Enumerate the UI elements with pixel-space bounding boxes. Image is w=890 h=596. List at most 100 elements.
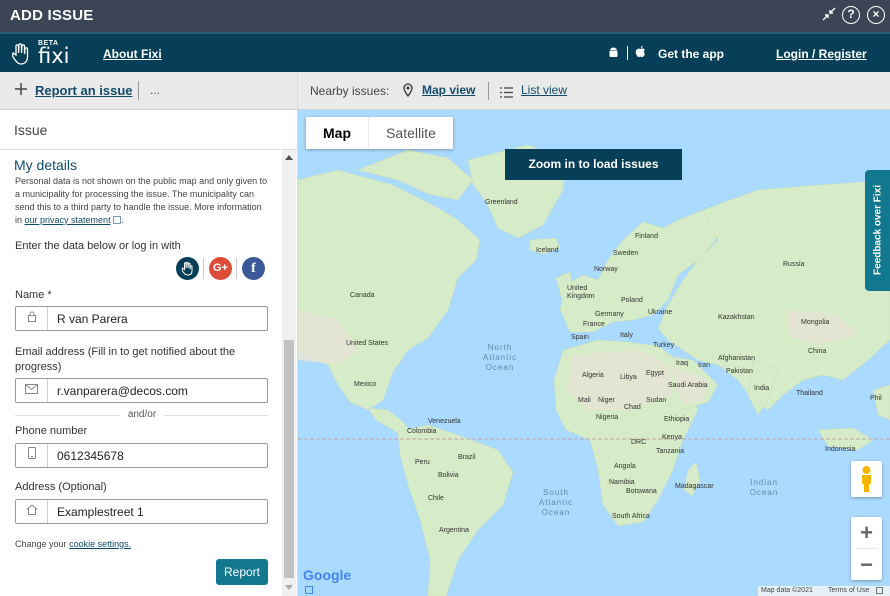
- map-label: United States: [346, 340, 389, 347]
- map-label: Iraq: [676, 360, 689, 367]
- scroll-up-arrow-icon[interactable]: [285, 155, 293, 160]
- map-label: Sweden: [613, 250, 639, 257]
- login-register-link[interactable]: Login / Register: [776, 47, 867, 61]
- phone-value: 0612345678: [57, 449, 124, 463]
- map-label: South Africa: [612, 513, 650, 520]
- report-button[interactable]: Report: [216, 559, 268, 585]
- android-icon[interactable]: [608, 46, 619, 62]
- map-label: United Kingdom: [567, 285, 595, 300]
- map-label: Ethiopia: [664, 416, 690, 423]
- map-label: Brazil: [458, 454, 476, 461]
- map-label: Canada: [350, 292, 375, 299]
- map-labels: Greenland Iceland Finland Sweden Norway …: [298, 110, 890, 596]
- help-icon[interactable]: ?: [842, 6, 860, 24]
- issue-section-header[interactable]: Issue: [0, 110, 297, 150]
- feedback-label: Feedback over Fixi: [872, 184, 884, 276]
- address-label: Address (Optional): [15, 481, 107, 493]
- zoom-in-button[interactable]: +: [851, 517, 882, 548]
- map-pin-icon: [403, 83, 413, 102]
- enter-data-label: Enter the data below or log in with: [15, 240, 181, 252]
- feedback-tab[interactable]: Feedback over Fixi: [865, 170, 890, 291]
- more-menu[interactable]: ...: [150, 83, 160, 97]
- map-label: Peru: [415, 459, 430, 466]
- scrollbar-thumb[interactable]: [284, 340, 294, 578]
- report-panel: Report an issue ... Issue My details Per…: [0, 72, 298, 596]
- report-issue-link[interactable]: Report an issue: [35, 83, 133, 98]
- map-label: Ukraine: [648, 309, 673, 316]
- map-label: Angola: [614, 463, 636, 470]
- map-label: India: [754, 385, 770, 392]
- email-value: r.vanparera@decos.com: [57, 384, 188, 398]
- apple-icon[interactable]: [635, 45, 646, 63]
- name-label: Name *: [15, 289, 52, 301]
- phone-icon: [16, 444, 48, 467]
- zoom-in-banner: Zoom in to load issues: [505, 149, 682, 180]
- map-label: Libya: [620, 374, 637, 381]
- minimize-icon[interactable]: [820, 6, 838, 24]
- plus-icon[interactable]: [13, 81, 29, 102]
- envelope-icon: [16, 379, 48, 402]
- scroll-down-arrow-icon[interactable]: [285, 585, 293, 590]
- map-label: Colombia: [407, 428, 437, 435]
- map-label: Norway: [594, 266, 618, 273]
- phone-label: Phone number: [15, 425, 88, 437]
- satellite-tab[interactable]: Satellite: [368, 117, 453, 149]
- facebook-icon[interactable]: f: [242, 257, 265, 280]
- map-label: Chile: [428, 495, 444, 502]
- close-icon[interactable]: ×: [867, 6, 885, 24]
- about-fixi-link[interactable]: About Fixi: [103, 47, 162, 61]
- cookie-settings-link[interactable]: cookie settings.: [69, 539, 131, 549]
- map-view-link[interactable]: Map view: [422, 83, 475, 97]
- map-label: Egypt: [646, 370, 664, 377]
- fixi-logo[interactable]: BETA fixi: [8, 39, 70, 69]
- cookie-notice: Change your cookie settings.: [15, 539, 131, 549]
- map-label: Turkey: [653, 342, 675, 349]
- fixi-login-icon[interactable]: [176, 257, 199, 280]
- fixi-hand-icon: [11, 43, 29, 65]
- cookie-prefix: Change your: [15, 539, 67, 549]
- name-field[interactable]: R van Parera: [15, 306, 268, 331]
- social-divider: [203, 258, 204, 279]
- zoom-out-button[interactable]: −: [851, 549, 882, 580]
- view-divider: [488, 82, 489, 100]
- map-label: Nigeria: [596, 414, 619, 421]
- google-plus-icon[interactable]: G+: [209, 257, 232, 280]
- map-type-control: Map Satellite: [306, 117, 453, 149]
- email-label: Email address (Fill in to get notified a…: [15, 346, 236, 373]
- report-toolbar: Report an issue ...: [0, 72, 297, 110]
- map-label: Greenland: [485, 199, 518, 206]
- map-label: Kazakhstan: [718, 314, 755, 321]
- name-value: R van Parera: [57, 312, 128, 326]
- google-logo[interactable]: Google: [303, 567, 351, 583]
- terms-link[interactable]: Terms of Use: [828, 586, 869, 596]
- street-view-pegman-icon[interactable]: [851, 461, 882, 497]
- map-label: Sudan: [646, 397, 667, 404]
- form-scroll-area: My details Personal data is not shown on…: [0, 150, 297, 596]
- map-label: Algeria: [582, 372, 604, 379]
- map-label: Indonesia: [825, 446, 856, 453]
- list-view-link[interactable]: List view: [521, 83, 567, 97]
- phone-field[interactable]: 0612345678: [15, 443, 268, 468]
- map-label: Mali: [578, 397, 591, 404]
- world-map[interactable]: Greenland Iceland Finland Sweden Norway …: [298, 110, 890, 596]
- map-attribution: Map data ©2021 Terms of Use: [758, 586, 890, 596]
- list-icon: [500, 85, 513, 103]
- map-label: Namibia: [609, 479, 635, 486]
- privacy-link[interactable]: our privacy statement: [25, 215, 111, 225]
- map-tab[interactable]: Map: [306, 117, 368, 149]
- my-details-heading: My details: [14, 157, 78, 173]
- email-field[interactable]: r.vanparera@decos.com: [15, 378, 268, 403]
- issue-section-title: Issue: [14, 122, 48, 138]
- map-label: Finland: [635, 233, 658, 240]
- map-label: Pakistan: [726, 368, 753, 375]
- map-label: France: [583, 321, 605, 328]
- app-header: BETA fixi About Fixi Get the app Login /…: [0, 32, 890, 72]
- map-label: Argentina: [439, 527, 469, 534]
- map-label: Iceland: [536, 247, 559, 254]
- map-label: Niger: [598, 397, 615, 404]
- address-field[interactable]: Examplestreet 1: [15, 499, 268, 524]
- ocean-label: South Atlantic Ocean: [538, 488, 574, 517]
- get-the-app-link[interactable]: Get the app: [658, 47, 724, 61]
- map-label: Iran: [698, 362, 711, 369]
- map-label: Italy: [620, 332, 633, 339]
